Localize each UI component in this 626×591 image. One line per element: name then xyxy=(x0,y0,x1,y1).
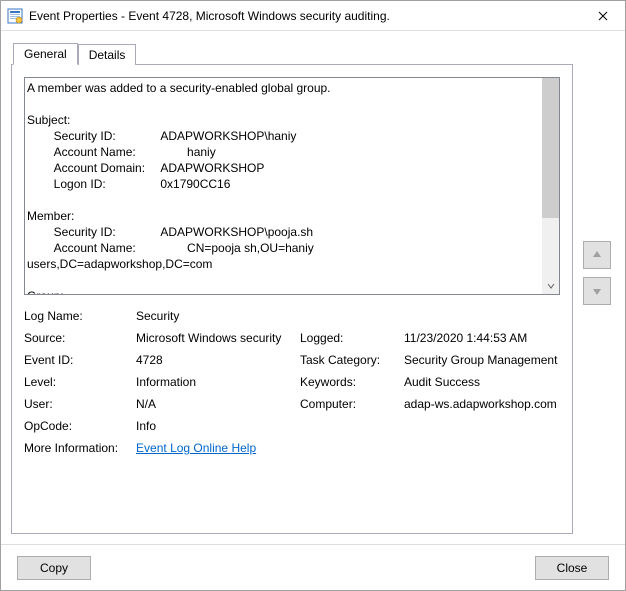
dialog-button-bar: Copy Close xyxy=(1,544,625,590)
user-label: User: xyxy=(24,397,132,411)
event-description-box: A member was added to a security-enabled… xyxy=(24,77,560,295)
more-information-row: More Information: Event Log Online Help xyxy=(24,441,560,455)
window-title: Event Properties - Event 4728, Microsoft… xyxy=(29,9,580,23)
close-button[interactable]: Close xyxy=(535,556,609,580)
previous-event-button[interactable] xyxy=(583,241,611,269)
level-value: Information xyxy=(136,375,296,389)
event-properties-window: Event Properties - Event 4728, Microsoft… xyxy=(0,0,626,591)
opcode-value: Info xyxy=(136,419,560,433)
copy-button[interactable]: Copy xyxy=(17,556,91,580)
log-name-value: Security xyxy=(136,309,560,323)
event-id-value: 4728 xyxy=(136,353,296,367)
scrollbar-thumb[interactable] xyxy=(542,78,559,218)
tab-details[interactable]: Details xyxy=(78,44,137,65)
keywords-label: Keywords: xyxy=(300,375,400,389)
scrollbar-down-arrow-icon[interactable] xyxy=(542,277,559,294)
keywords-value: Audit Success xyxy=(404,375,560,389)
description-scrollbar[interactable] xyxy=(542,78,559,294)
opcode-label: OpCode: xyxy=(24,419,132,433)
event-log-online-help-link[interactable]: Event Log Online Help xyxy=(136,441,256,455)
close-window-button[interactable] xyxy=(580,1,625,30)
source-label: Source: xyxy=(24,331,132,345)
arrow-down-icon xyxy=(590,284,604,298)
event-id-label: Event ID: xyxy=(24,353,132,367)
tab-strip: General Details xyxy=(11,41,573,64)
titlebar: Event Properties - Event 4728, Microsoft… xyxy=(1,1,625,31)
task-category-label: Task Category: xyxy=(300,353,400,367)
logged-label: Logged: xyxy=(300,331,400,345)
log-name-label: Log Name: xyxy=(24,309,132,323)
task-category-value: Security Group Management xyxy=(404,353,560,367)
computer-label: Computer: xyxy=(300,397,400,411)
event-description-text: A member was added to a security-enabled… xyxy=(25,78,559,295)
source-value: Microsoft Windows security xyxy=(136,331,296,345)
computer-value: adap-ws.adapworkshop.com xyxy=(404,397,560,411)
next-event-button[interactable] xyxy=(583,277,611,305)
logged-value: 11/23/2020 1:44:53 AM xyxy=(404,331,560,345)
more-information-label: More Information: xyxy=(24,441,118,455)
level-label: Level: xyxy=(24,375,132,389)
client-area: General Details A member was added to a … xyxy=(1,31,625,544)
tab-general[interactable]: General xyxy=(13,43,78,65)
user-value: N/A xyxy=(136,397,296,411)
event-metadata-grid: Log Name: Security Source: Microsoft Win… xyxy=(24,309,560,433)
eventviewer-icon xyxy=(7,8,23,24)
arrow-up-icon xyxy=(590,248,604,262)
close-icon xyxy=(598,11,608,21)
navigation-buttons xyxy=(579,41,615,534)
tab-panel-general: A member was added to a security-enabled… xyxy=(11,64,573,534)
